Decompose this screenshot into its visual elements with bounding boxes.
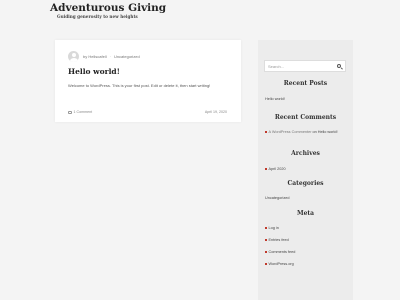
bullet-icon <box>265 239 267 241</box>
recent-posts-title: Recent Posts <box>283 80 328 87</box>
post-meta-by: by <box>83 54 88 59</box>
bullet-icon <box>265 227 267 229</box>
bullet-icon <box>265 168 267 170</box>
post-comments-link[interactable]: 1 Comment <box>68 110 92 114</box>
bullet-icon <box>265 131 267 133</box>
post-card: by Hellscafell · Uncategorized Hello world… <box>55 40 241 122</box>
recent-comment-item: A WordPress CommenteronHello world! <box>265 130 349 135</box>
comment-on-word: on <box>312 130 317 134</box>
categories-title: Categories <box>287 180 324 187</box>
post-date: April 19, 2020 <box>204 110 227 114</box>
meta-item-login[interactable]: Log in <box>265 226 349 231</box>
meta-item-label: Entries feed <box>268 238 289 242</box>
bullet-icon <box>265 251 267 253</box>
meta-item-label: Log in <box>268 226 279 230</box>
comment-icon <box>68 110 72 114</box>
comment-author-link[interactable]: A WordPress Commenter <box>269 130 312 134</box>
category-item[interactable]: Uncategorized <box>265 196 349 201</box>
post-category-link[interactable]: Uncategorized <box>114 54 140 59</box>
post-excerpt: Welcome to WordPress. This is your first… <box>68 83 211 88</box>
meta-item-wordpress-org[interactable]: WordPress.org <box>265 262 349 267</box>
archive-item-label: April 2020 <box>268 167 286 171</box>
meta-item-label: Comments feed <box>268 250 296 254</box>
site-title[interactable]: Adventurous Giving <box>50 2 166 14</box>
comment-post-link[interactable]: Hello world! <box>318 130 338 134</box>
meta-title: Meta <box>296 210 315 217</box>
recent-comments-title: Recent Comments <box>274 114 337 121</box>
meta-item-label: WordPress.org <box>268 262 294 266</box>
post-meta: by Hellscafell · Uncategorized <box>83 54 140 59</box>
author-avatar <box>68 51 79 62</box>
site-tagline: Guiding generosity to new heights <box>57 14 138 19</box>
recent-post-item[interactable]: Hello world! <box>265 97 349 102</box>
archive-item[interactable]: April 2020 <box>265 167 349 172</box>
search-input[interactable] <box>265 61 335 72</box>
post-title[interactable]: Hello world! <box>68 67 120 76</box>
post-author-link[interactable]: Hellscafell <box>88 54 106 59</box>
meta-item-comments-feed[interactable]: Comments feed <box>265 250 349 255</box>
meta-item-entries-feed[interactable]: Entries feed <box>265 238 349 243</box>
search-box <box>264 60 346 72</box>
post-comments-count: 1 Comment <box>73 110 93 114</box>
bullet-icon <box>265 263 267 265</box>
archives-title: Archives <box>291 150 320 157</box>
search-icon[interactable] <box>337 64 341 68</box>
sidebar: Recent Posts Hello world! Recent Comment… <box>258 40 353 300</box>
